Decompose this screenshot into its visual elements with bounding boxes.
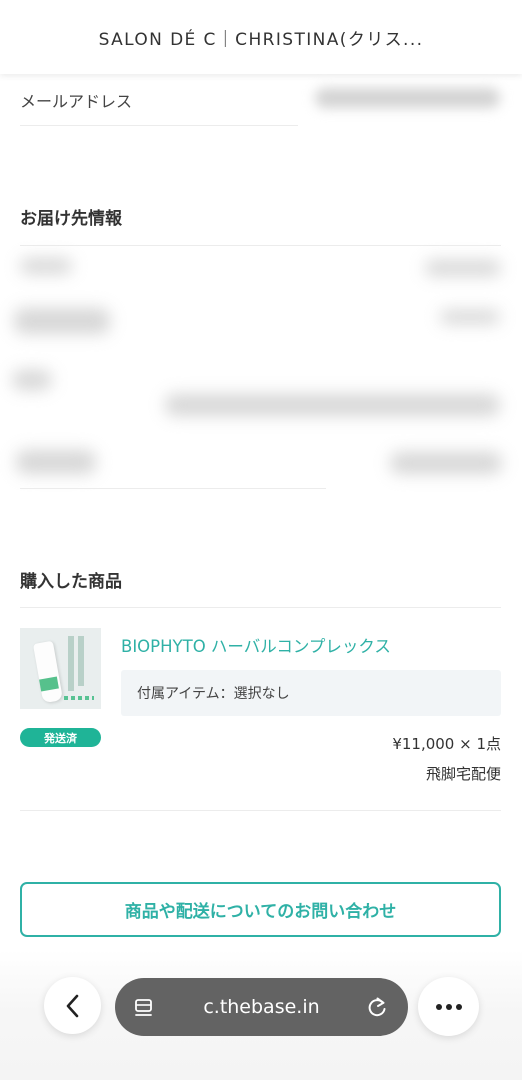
chevron-left-icon: [66, 994, 78, 1017]
reload-icon[interactable]: [366, 995, 388, 1019]
product-name-link[interactable]: BIOPHYTO ハーバルコンプレックス: [121, 633, 391, 657]
back-button[interactable]: [44, 977, 101, 1034]
divider: [20, 125, 298, 126]
email-row: メールアドレス: [20, 84, 500, 124]
url-text: c.thebase.in: [203, 996, 320, 1018]
more-dots-icon: [435, 1003, 462, 1010]
divider: [20, 245, 501, 246]
shipped-status-badge: 発送済: [20, 728, 101, 747]
page-header: SALON DÉ C｜CHRISTINA(クリス...: [0, 0, 522, 74]
price-quantity: ¥11,000 × 1点: [392, 735, 501, 753]
more-button[interactable]: [418, 977, 479, 1036]
email-value-redacted: [315, 88, 500, 108]
email-label: メールアドレス: [20, 92, 133, 111]
divider: [20, 488, 326, 489]
product-option-box: 付属アイテム：選択なし: [121, 670, 501, 716]
address-bar[interactable]: c.thebase.in: [115, 978, 408, 1036]
shop-title: SALON DÉ C｜CHRISTINA(クリス...: [98, 29, 424, 50]
divider: [20, 810, 501, 811]
product-option-text: 付属アイテム：選択なし: [137, 686, 290, 702]
purchased-section-title: 購入した商品: [20, 572, 122, 592]
shipping-method: 飛脚宅配便: [425, 765, 501, 783]
shipping-section-title: お届け先情報: [20, 209, 122, 229]
product-thumbnail[interactable]: [20, 628, 101, 709]
divider: [20, 607, 501, 608]
contact-inquiry-button[interactable]: 商品や配送についてのお問い合わせ: [20, 882, 501, 937]
